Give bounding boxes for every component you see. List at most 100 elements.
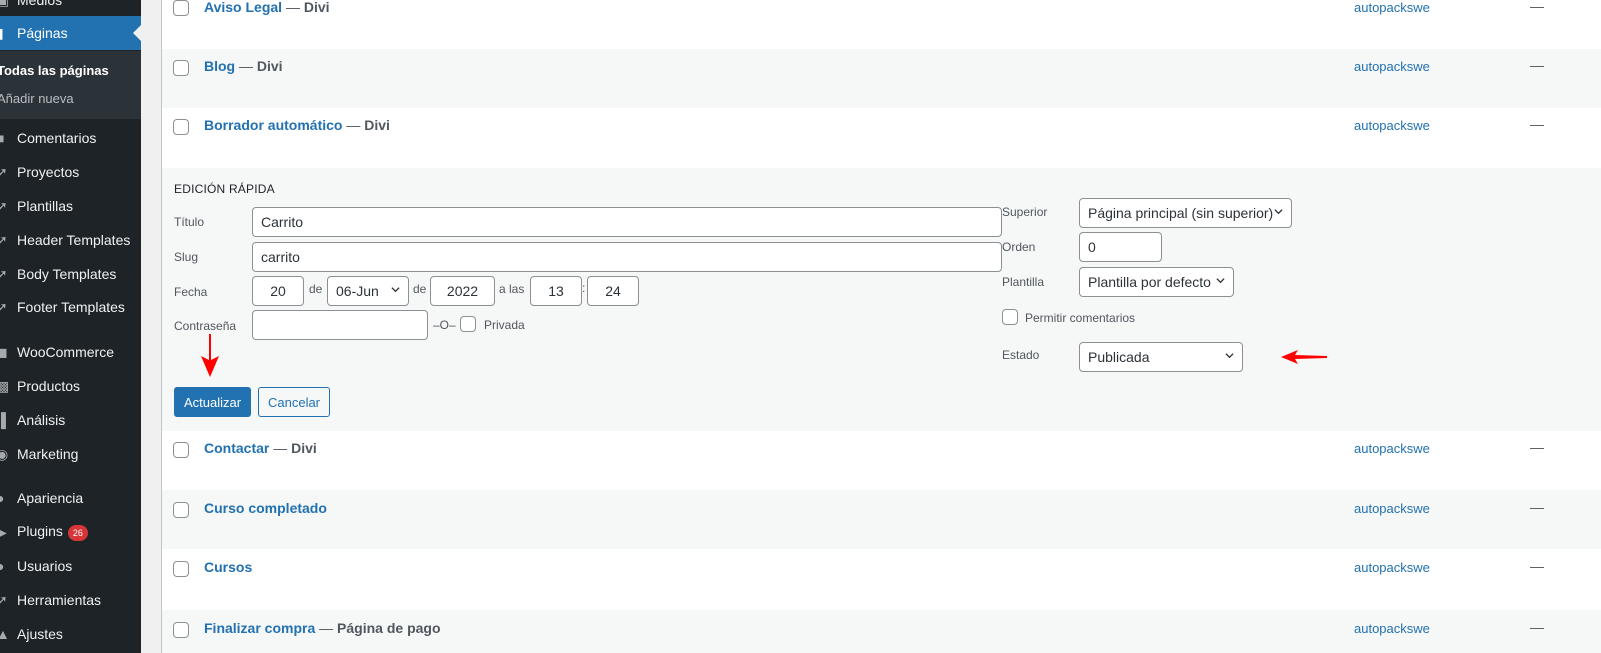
cancel-button[interactable]: Cancelar [258,387,330,417]
author-link[interactable]: autopackswe [1354,560,1430,575]
menu-item-media[interactable]: ▣ Medios [0,0,141,17]
page-state: Divi [291,440,317,456]
menu-item-woocommerce[interactable]: ◼ WooCommerce [0,335,141,369]
minute-input[interactable] [587,276,639,306]
row-title: Borrador automático — Divi [204,117,390,133]
pin-icon: ➚ [0,163,8,180]
author-link[interactable]: autopackswe [1354,0,1430,15]
menu-item-plugins[interactable]: ▶ Plugins 26 [0,515,141,549]
allow-comments-label: Permitir comentarios [1025,311,1136,325]
page-title-link[interactable]: Curso completado [204,500,327,516]
menu-item-analytics[interactable]: ▐ Análisis [0,403,141,437]
hour-input[interactable] [530,276,582,306]
row-checkbox[interactable] [173,442,189,458]
row-checkbox[interactable] [173,502,189,518]
menu-item-products[interactable]: ▩ Productos [0,369,141,403]
menu-item-projects[interactable]: ➚ Proyectos [0,155,141,189]
menu-item-marketing[interactable]: ◉ Marketing [0,437,141,471]
media-icon: ▣ [0,0,13,17]
parent-value: Página principal (sin superior) [1088,205,1274,221]
author-link[interactable]: autopackswe [1354,621,1430,636]
template-select[interactable]: Plantilla por defecto [1079,267,1234,297]
table-row: Contactar — Divi autopackswe — [162,431,1601,490]
day-input[interactable] [252,276,304,306]
row-title: Blog — Divi [204,58,283,74]
parent-select[interactable]: Página principal (sin superior) [1079,198,1292,228]
page-title-link[interactable]: Blog [204,58,235,74]
comments-icon: ■ [0,130,5,146]
page-title-link[interactable]: Finalizar compra [204,620,315,636]
plugins-icon: ▶ [0,523,7,540]
page-title-link[interactable]: Contactar [204,440,269,456]
row-checkbox[interactable] [173,119,189,135]
author-link[interactable]: autopackswe [1354,441,1430,456]
menu-item-header-templates[interactable]: ➚ Header Templates [0,223,141,257]
author-link[interactable]: autopackswe [1354,501,1430,516]
row-date: — [1530,619,1544,635]
tools-icon: ➚ [0,591,8,608]
quick-edit-panel: Edición rápida Título Slug Fecha de 06-J… [162,168,1601,431]
pin-icon: ➚ [0,298,8,315]
row-checkbox[interactable] [173,60,189,76]
title-input[interactable] [252,207,1002,237]
menu-item-templates[interactable]: ➚ Plantillas [0,189,141,223]
year-input[interactable] [430,276,495,306]
table-row: Curso completado autopackswe — [162,490,1601,549]
status-value: Publicada [1088,349,1150,365]
admin-sidebar: ▣ Medios ▮ Páginas Todas las páginas Aña… [0,0,141,653]
menu-item-pages[interactable]: ▮ Páginas [0,16,141,50]
order-input[interactable] [1079,232,1162,262]
page-state: Divi [364,117,390,133]
appearance-icon: ● [0,490,5,506]
menu-item-tools[interactable]: ➚ Herramientas [0,583,141,617]
row-checkbox[interactable] [173,622,189,638]
page-title-link[interactable]: Cursos [204,559,252,575]
update-button[interactable]: Actualizar [174,387,251,417]
row-checkbox[interactable] [173,561,189,577]
month-select[interactable]: 06-Jun [327,276,409,306]
settings-icon: ▲ [0,626,10,642]
allow-comments-checkbox[interactable] [1002,309,1018,325]
page-state: Divi [303,0,330,15]
chevron-down-icon [1274,209,1283,215]
table-row: Cursos autopackswe — [162,550,1601,609]
marketing-icon: ◉ [0,445,9,462]
chevron-down-icon [1216,278,1225,284]
menu-item-settings[interactable]: ▲ Ajustes [0,617,141,651]
page-title-link[interactable]: Borrador automático [204,117,342,133]
submenu-all-pages[interactable]: Todas las páginas [0,63,109,78]
parent-label: Superior [1002,205,1048,219]
private-label: Privada [484,318,525,332]
row-checkbox[interactable] [173,0,189,16]
page-icon: ▮ [0,16,13,50]
annotation-arrow-down-icon [201,334,219,377]
row-date: — [1530,499,1544,515]
slug-input[interactable] [252,242,1002,272]
pin-icon: ➚ [0,265,8,282]
woocommerce-icon: ◼ [0,343,8,360]
menu-item-footer-templates[interactable]: ➚ Footer Templates [0,290,141,324]
author-link[interactable]: autopackswe [1354,118,1430,133]
submenu-add-new[interactable]: Añadir nueva [0,91,74,106]
page-state: Página de pago [337,620,441,636]
users-icon: ● [0,558,5,574]
status-select[interactable]: Publicada [1079,342,1243,372]
menu-item-body-templates[interactable]: ➚ Body Templates [0,257,141,291]
menu-item-users[interactable]: ● Usuarios [0,549,141,583]
status-label: Estado [1002,348,1040,362]
order-label: Orden [1002,240,1036,254]
table-row: Finalizar compra — Página de pago autopa… [162,610,1601,653]
menu-item-comments[interactable]: ■ Comentarios [0,121,141,155]
date-separator: de [413,282,427,296]
page-title-link[interactable]: Aviso Legal [204,0,282,15]
author-link[interactable]: autopackswe [1354,59,1430,74]
row-title: Cursos [204,559,252,575]
analytics-icon: ▐ [0,412,6,428]
password-input[interactable] [252,310,428,340]
chevron-down-icon [1225,353,1234,359]
title-label: Título [174,215,205,229]
private-checkbox[interactable] [460,316,476,332]
row-date: — [1530,0,1544,14]
row-date: — [1530,439,1544,455]
menu-item-appearance[interactable]: ● Apariencia [0,481,141,515]
